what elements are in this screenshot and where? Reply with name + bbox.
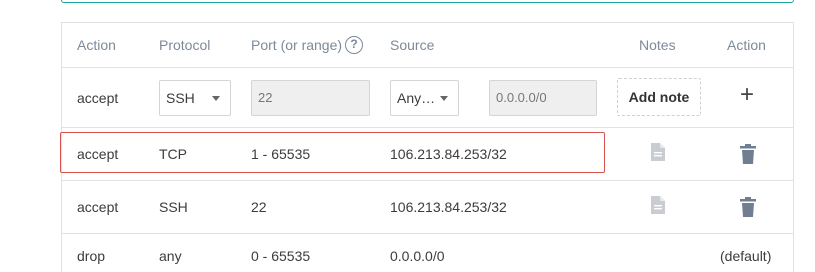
rule-action: accept [77, 146, 119, 162]
header-port-label: Port (or range) [251, 37, 343, 53]
header-protocol: Protocol [159, 37, 211, 53]
table-row: accept SSH 22 106.213.84.253/32 [61, 181, 794, 234]
rule-action: drop [77, 248, 106, 264]
header-action: Action [77, 37, 116, 53]
source-select[interactable]: Any… [390, 80, 459, 116]
rule-protocol: SSH [159, 199, 188, 215]
table-row: drop any 0 - 65535 0.0.0.0/0 (default) [61, 234, 794, 272]
rule-source: 106.213.84.253/32 [390, 199, 507, 215]
port-input[interactable]: 22 [251, 80, 370, 116]
table-row: accept TCP 1 - 65535 106.213.84.253/32 [61, 128, 794, 181]
add-note-button[interactable]: Add note [617, 78, 701, 116]
protocol-select[interactable]: SSH [159, 80, 231, 116]
note-icon[interactable] [650, 195, 666, 215]
panel-above-edge [61, 0, 794, 3]
protocol-select-value: SSH [166, 90, 195, 106]
source-select-value: Any… [397, 90, 436, 106]
new-rule-action: accept [77, 90, 119, 106]
trash-icon[interactable] [740, 197, 756, 217]
header-source: Source [390, 37, 435, 53]
source-ip-input[interactable]: 0.0.0.0/0 [489, 80, 597, 116]
rule-protocol: any [159, 248, 182, 264]
rule-port: 22 [251, 199, 267, 215]
rule-source: 106.213.84.253/32 [390, 146, 507, 162]
table-header-row: Action Protocol Port (or range)? Source … [61, 22, 794, 68]
rule-port: 0 - 65535 [251, 248, 311, 264]
note-icon[interactable] [650, 142, 666, 162]
rule-source: 0.0.0.0/0 [390, 248, 445, 264]
new-rule-row: accept SSH 22 Any… 0.0.0.0/0 Add note + [61, 68, 794, 128]
chevron-down-icon [440, 96, 448, 101]
header-action-2: Action [727, 37, 766, 53]
trash-icon[interactable] [740, 144, 756, 164]
chevron-down-icon [212, 96, 220, 101]
add-rule-button[interactable]: + [737, 83, 757, 108]
rule-port: 1 - 65535 [251, 146, 311, 162]
help-icon[interactable]: ? [345, 36, 364, 55]
rule-protocol: TCP [159, 146, 187, 162]
default-rule-tag: (default) [720, 248, 772, 264]
rule-action: accept [77, 199, 119, 215]
header-port: Port (or range)? [251, 36, 364, 55]
header-notes: Notes [639, 37, 676, 53]
